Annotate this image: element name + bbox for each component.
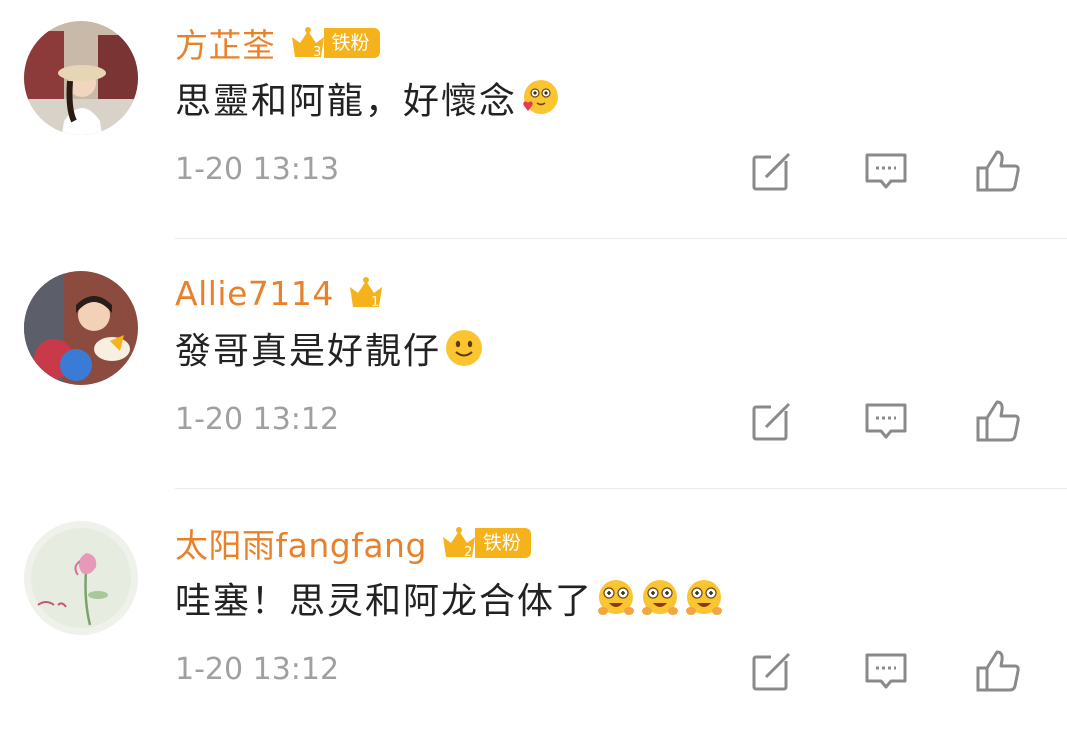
divider — [175, 488, 1067, 489]
like-icon[interactable] — [975, 648, 1021, 694]
crown-icon: 3 — [291, 27, 324, 60]
comment-text-row: 思靈和阿龍，好懷念 — [175, 68, 561, 128]
smile-emoji — [446, 330, 483, 366]
username[interactable]: 方芷荃 — [175, 19, 276, 67]
name-row: 方芷荃 3 铁粉 — [175, 18, 380, 68]
crown-icon: 2 — [442, 527, 475, 560]
badge-level: 3 — [313, 45, 321, 60]
fan-badge[interactable]: 1 — [346, 275, 386, 311]
comment-item: 方芷荃 3 铁粉 思靈和阿龍，好懷念 1-20 13:13 — [0, 0, 1067, 250]
comment-icon[interactable] — [863, 148, 909, 194]
comment-text-row: 發哥真是好靚仔 — [175, 318, 485, 378]
meta-row: 1-20 13:13 — [175, 148, 1035, 194]
like-icon[interactable] — [975, 148, 1021, 194]
like-icon[interactable] — [975, 398, 1021, 444]
excited-emoji — [686, 580, 723, 615]
comment-icon[interactable] — [863, 648, 909, 694]
meta-row: 1-20 13:12 — [175, 398, 1035, 444]
crown-icon: 1 — [349, 277, 382, 310]
avatar[interactable] — [24, 271, 138, 385]
comment-item: Allie7114 1 發哥真是好靚仔 1-20 13:12 — [0, 250, 1067, 500]
repost-icon[interactable] — [749, 398, 795, 444]
comment-item: 太阳雨fangfang 2 铁粉 哇塞！思灵和阿龙合体了 1-20 13:12 — [0, 500, 1067, 750]
repost-icon[interactable] — [749, 148, 795, 194]
fan-label: 铁粉 — [323, 28, 380, 58]
username[interactable]: 太阳雨fangfang — [175, 519, 427, 567]
divider — [175, 238, 1067, 239]
avatar[interactable] — [24, 21, 138, 135]
repost-icon[interactable] — [749, 648, 795, 694]
name-row: 太阳雨fangfang 2 铁粉 — [175, 518, 531, 568]
badge-level: 2 — [464, 545, 472, 560]
fan-label: 铁粉 — [474, 528, 531, 558]
comment-icon[interactable] — [863, 398, 909, 444]
avatar[interactable] — [24, 521, 138, 635]
badge-level: 1 — [371, 295, 379, 310]
timestamp: 1-20 13:12 — [175, 402, 340, 437]
comment-text: 發哥真是好靚仔 — [175, 331, 442, 372]
timestamp: 1-20 13:12 — [175, 652, 340, 687]
fan-badge[interactable]: 2 铁粉 — [439, 525, 531, 561]
fan-badge[interactable]: 3 铁粉 — [288, 25, 380, 61]
name-row: Allie7114 1 — [175, 268, 386, 318]
excited-emoji — [642, 580, 679, 615]
comment-text-row: 哇塞！思灵和阿龙合体了 — [175, 568, 725, 628]
timestamp: 1-20 13:13 — [175, 152, 340, 187]
shy-heart-emoji — [523, 80, 559, 114]
username[interactable]: Allie7114 — [175, 274, 334, 313]
comment-text: 思靈和阿龍，好懷念 — [175, 81, 518, 122]
comment-text: 哇塞！思灵和阿龙合体了 — [175, 581, 594, 622]
excited-emoji — [598, 580, 635, 615]
meta-row: 1-20 13:12 — [175, 648, 1035, 694]
